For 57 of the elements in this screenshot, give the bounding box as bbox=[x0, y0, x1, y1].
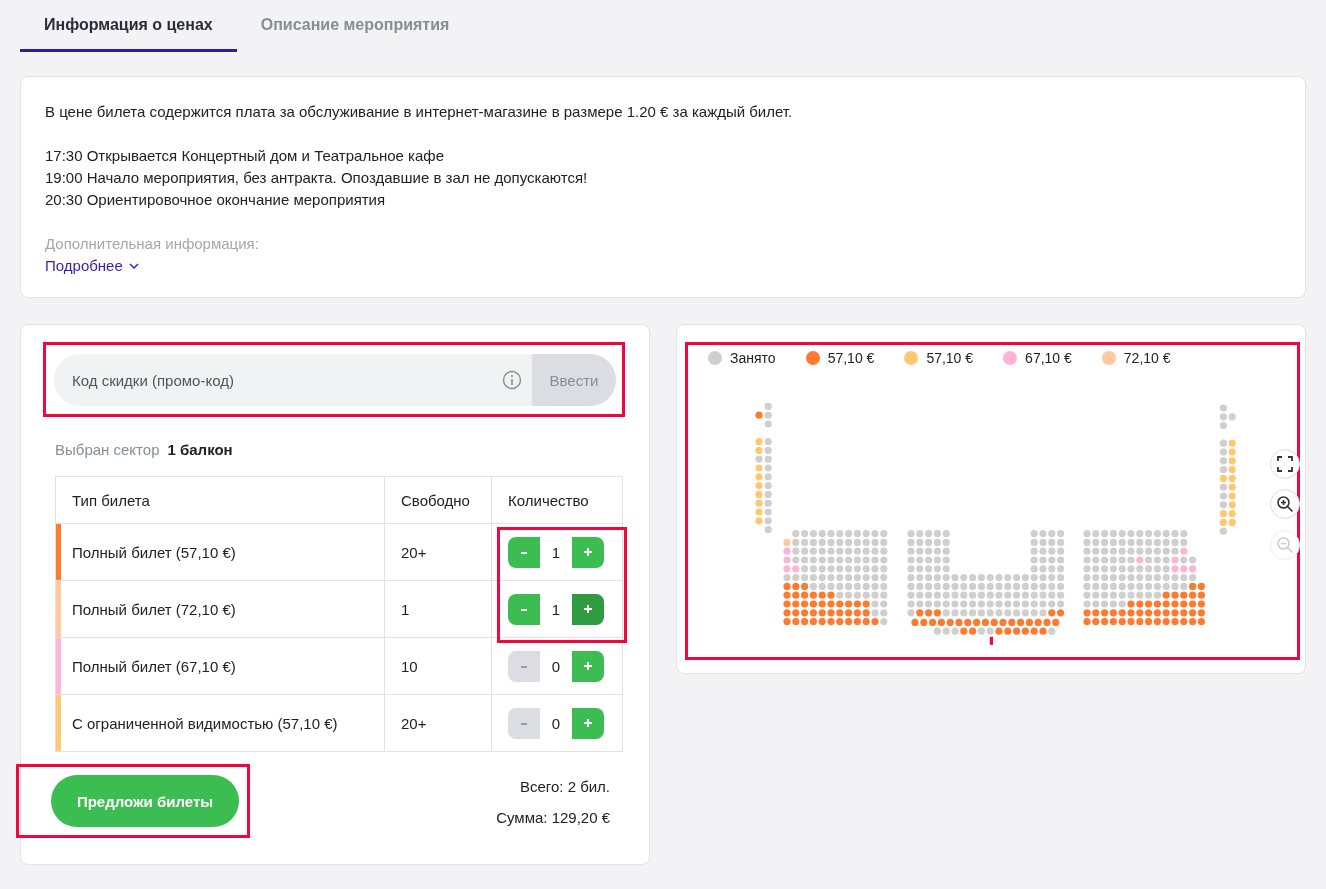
sector-label: Выбран сектор bbox=[55, 441, 160, 458]
minus-button[interactable] bbox=[508, 536, 540, 568]
legend-label: Занято bbox=[730, 350, 776, 366]
plus-icon bbox=[583, 547, 593, 557]
legend-label: 67,10 € bbox=[1025, 350, 1072, 366]
promo-code-field[interactable]: Код скидки (промо-код) Ввести bbox=[54, 354, 616, 406]
quantity-value: 0 bbox=[550, 657, 562, 675]
fee-note: В цене билета содержится плата за обслуживание в интернет-магазине в размере 1.20 € за каждый билет. bbox=[45, 102, 794, 122]
enter-button[interactable]: Ввести bbox=[532, 354, 616, 406]
plus-button[interactable] bbox=[572, 536, 604, 568]
table-cell: 1 bbox=[384, 581, 491, 637]
column-header: Тип билета bbox=[71, 490, 151, 511]
quantity-value: 0 bbox=[550, 714, 562, 732]
info-icon[interactable] bbox=[502, 370, 522, 390]
column-header: Количество bbox=[491, 477, 622, 523]
plus-icon bbox=[583, 661, 593, 671]
column-header: Свободно bbox=[384, 477, 491, 523]
minus-icon bbox=[520, 606, 528, 614]
zoom-in-icon bbox=[1276, 495, 1294, 513]
schedule-line: 20:30 Ориентировочное окончание мероприятия bbox=[45, 190, 387, 210]
zoom-out-icon bbox=[1276, 536, 1294, 554]
table-cell: 20+ bbox=[384, 524, 491, 580]
total-sum: Сумма: 129,20 € bbox=[496, 809, 611, 826]
more-link[interactable]: Подробнее bbox=[45, 255, 139, 277]
legend-label: 57,10 € bbox=[926, 350, 974, 366]
plus-button[interactable] bbox=[572, 593, 604, 625]
legend-label: 57,10 € bbox=[827, 350, 875, 366]
offer-tickets-button[interactable]: Предложи билеты bbox=[51, 775, 239, 827]
fullscreen-button[interactable] bbox=[1270, 449, 1300, 479]
quantity-value: 1 bbox=[550, 600, 562, 618]
extra-info-label: Дополнительная информация: bbox=[45, 234, 260, 254]
tab[interactable]: Описание мероприятия bbox=[236, 0, 474, 52]
minus-icon bbox=[520, 720, 528, 728]
chevron-down-icon bbox=[128, 263, 139, 269]
zoom-out-button[interactable] bbox=[1270, 530, 1300, 560]
table-cell: Полный билет (72,10 €) bbox=[56, 581, 384, 637]
sector-value: 1 балкон bbox=[167, 441, 233, 458]
plus-icon bbox=[583, 604, 593, 614]
tab[interactable]: Информация о ценах bbox=[20, 0, 237, 52]
schedule-line: 19:00 Начало мероприятия, без антракта. Опоздавшие в зал не допускаются! bbox=[45, 168, 589, 188]
minus-button[interactable] bbox=[508, 593, 540, 625]
minus-icon bbox=[520, 663, 528, 671]
plus-button[interactable] bbox=[572, 707, 604, 739]
schedule-line: 17:30 Открывается Концертный дом и Театральное кафе bbox=[45, 146, 445, 166]
table-cell: Полный билет (57,10 €) bbox=[56, 524, 384, 580]
plus-icon bbox=[583, 718, 593, 728]
quantity-value: 1 bbox=[550, 543, 562, 561]
zoom-in-button[interactable] bbox=[1270, 489, 1300, 519]
table-cell: С ограниченной видимостью (57,10 €) bbox=[56, 695, 384, 751]
total-count: Всего: 2 бил. bbox=[519, 778, 611, 795]
fullscreen-icon bbox=[1276, 455, 1294, 473]
plus-button[interactable] bbox=[572, 650, 604, 682]
minus-icon bbox=[520, 549, 528, 557]
legend-label: 72,10 € bbox=[1123, 350, 1171, 366]
table-cell: 20+ bbox=[384, 695, 491, 751]
table-cell: 10 bbox=[384, 638, 491, 694]
table-cell: Полный билет (67,10 €) bbox=[56, 638, 384, 694]
